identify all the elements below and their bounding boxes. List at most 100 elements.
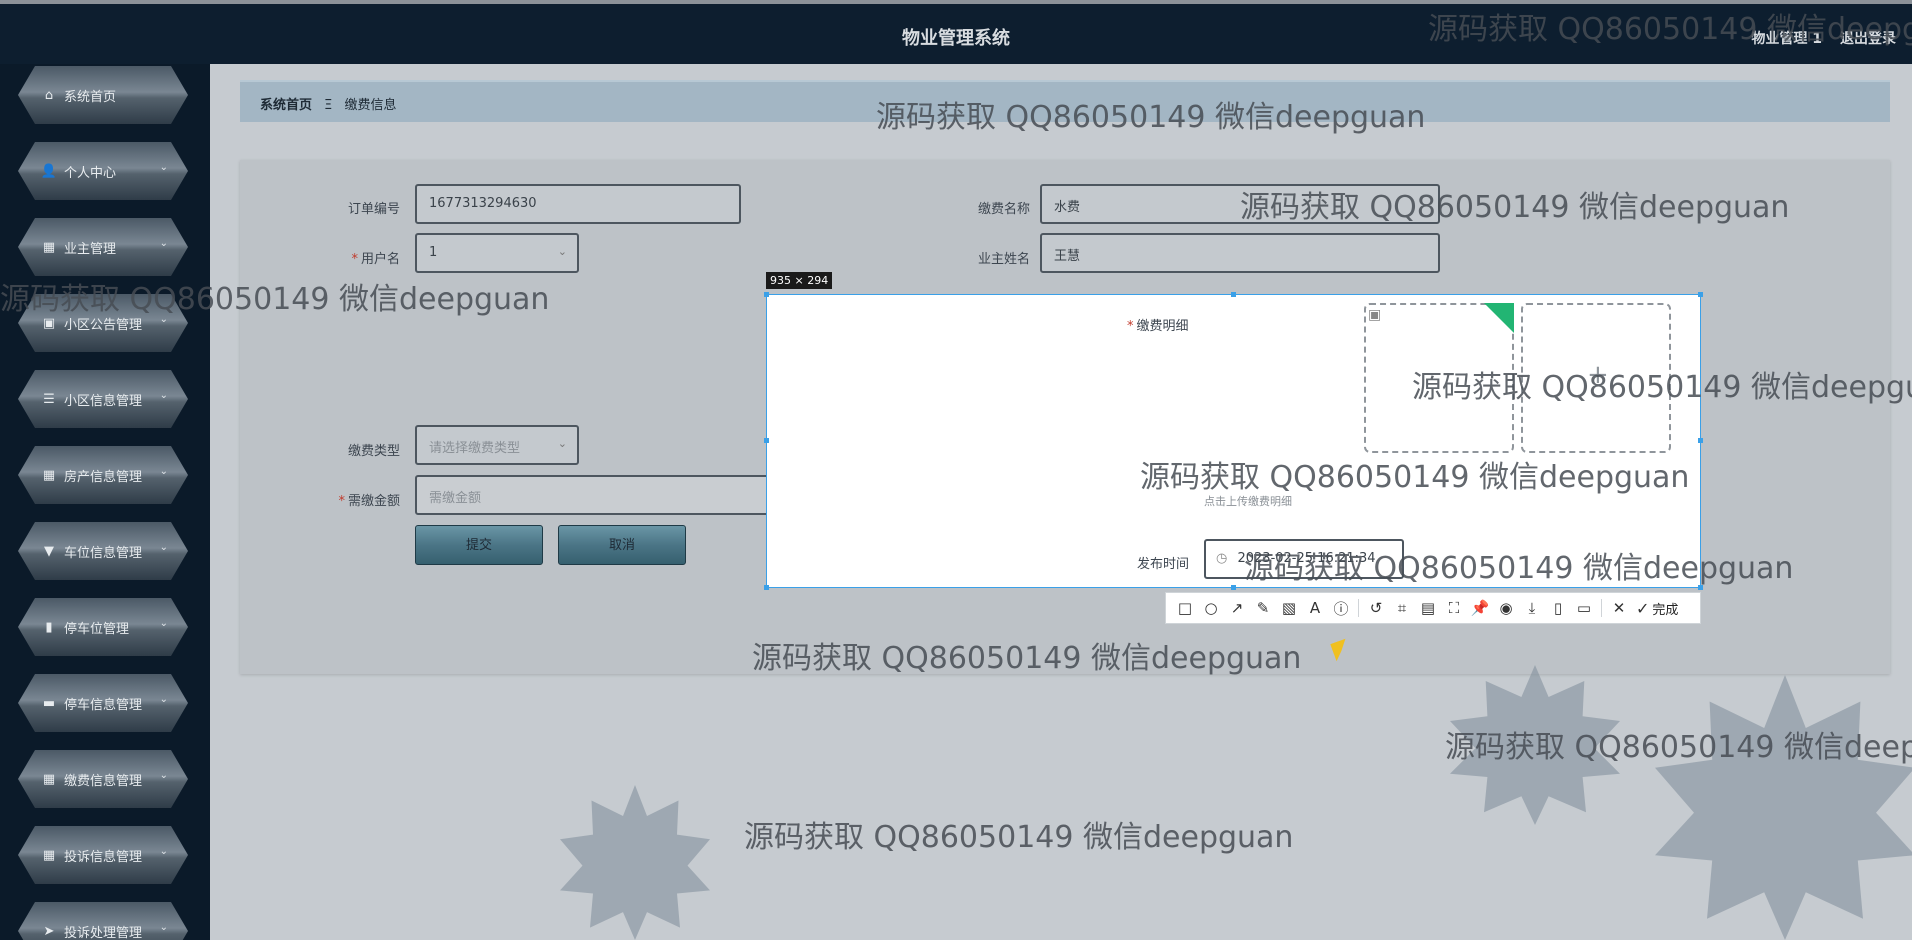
home-icon: ⌂ <box>44 87 54 103</box>
sidebar-item-label: 投诉处理管理 <box>64 925 143 940</box>
clock-icon: ◷ <box>1216 551 1228 566</box>
fee-name-field[interactable]: 水费 <box>1040 184 1440 224</box>
arrow-icon[interactable]: ↗ <box>1224 595 1250 621</box>
rectangle-icon[interactable]: □ <box>1172 595 1198 621</box>
chevron-down-icon: ⌄ <box>159 466 168 477</box>
fee-type-label: 缴费类型 <box>347 444 400 459</box>
amount-label: * 需缴金额 <box>338 494 400 509</box>
sidebar-item[interactable]: ▦ 缴费信息管理 ⌄ <box>18 750 188 808</box>
send-icon: ➤ <box>43 923 55 939</box>
fee-type-placeholder: 请选择缴费类型 <box>429 441 521 456</box>
app-title: 物业管理系统 <box>902 28 1010 49</box>
resize-handle[interactable] <box>1698 585 1703 590</box>
sidebar-item-label: 停车位管理 <box>64 621 130 637</box>
publish-time-label: 发布时间 <box>1137 557 1190 572</box>
resize-handle[interactable] <box>764 585 769 590</box>
sidebar-item[interactable]: ▦ 投诉信息管理 ⌄ <box>18 826 188 884</box>
pin-icon[interactable]: 📌 <box>1467 595 1493 621</box>
sidebar-item[interactable]: ➤ 投诉处理管理 ⌄ <box>18 902 188 940</box>
submit-button[interactable]: 提交 <box>415 525 543 565</box>
sidebar-item-label: 投诉信息管理 <box>64 849 143 865</box>
ellipse-icon[interactable]: ○ <box>1198 595 1224 621</box>
scan-icon[interactable]: ⛶ <box>1441 595 1467 621</box>
fee-detail-label: * 缴费明细 <box>1127 319 1189 334</box>
publish-time-field[interactable]: ◷ 2023-02-25 16:21:34 <box>1204 539 1404 579</box>
record-icon[interactable]: ◉ <box>1493 595 1519 621</box>
resize-handle[interactable] <box>1698 292 1703 297</box>
chevron-down-icon: ⌄ <box>159 542 168 553</box>
sidebar-item[interactable]: ▼ 车位信息管理 ⌄ <box>18 522 188 580</box>
breadcrumb: 系统首页 Ξ 缴费信息 <box>240 80 1890 122</box>
sidebar-item[interactable]: 👤 个人中心 ⌄ <box>18 142 188 200</box>
uploaded-image-slot[interactable]: ▣ <box>1364 303 1514 453</box>
sidebar-item[interactable]: ▦ 房产信息管理 ⌄ <box>18 446 188 504</box>
sidebar-item[interactable]: ▣ 小区公告管理 ⌄ <box>18 294 188 352</box>
fee-type-select[interactable]: 请选择缴费类型 ⌄ <box>415 425 579 465</box>
order-no-field[interactable]: 1677313294630 <box>415 184 741 224</box>
resize-handle[interactable] <box>1231 585 1236 590</box>
bookmark-icon[interactable]: ▭ <box>1571 595 1597 621</box>
close-icon[interactable]: ✕ <box>1606 595 1632 621</box>
chevron-down-icon: ⌄ <box>557 245 567 258</box>
top-bar: 物业管理系统 物业管理 1 退出登录 <box>0 0 1912 64</box>
resize-handle[interactable] <box>1231 292 1236 297</box>
sidebar-item-label: 小区公告管理 <box>64 317 143 333</box>
current-user: 物业管理 1 <box>1751 31 1822 47</box>
toolbar-divider <box>1601 599 1602 617</box>
breadcrumb-home[interactable]: 系统首页 <box>260 98 312 113</box>
sidebar-item[interactable]: ▬ 停车信息管理 ⌄ <box>18 674 188 732</box>
sidebar-item-label: 小区信息管理 <box>64 393 143 409</box>
resize-handle[interactable] <box>764 292 769 297</box>
amount-input[interactable]: 需缴金额 <box>415 475 815 515</box>
sidebar-item-label: 系统首页 <box>64 89 117 105</box>
username-select[interactable]: 1 ⌄ <box>415 233 579 273</box>
breadcrumb-separator-icon: Ξ <box>324 98 333 113</box>
sidebar-item-label: 车位信息管理 <box>64 545 143 561</box>
username-label: * 用户名 <box>351 252 400 267</box>
upload-trigger[interactable]: + <box>1521 303 1671 453</box>
user-icon: 👤 <box>40 163 58 179</box>
mosaic-icon[interactable]: ▧ <box>1276 595 1302 621</box>
undo-icon[interactable]: ↺ <box>1363 595 1389 621</box>
chevron-down-icon: ⌄ <box>159 770 168 781</box>
list-icon: ☰ <box>43 391 55 407</box>
translate-icon[interactable]: ▤ <box>1415 595 1441 621</box>
done-button[interactable]: ✓ 完成 <box>1636 599 1678 618</box>
toolbar-divider <box>1358 599 1359 617</box>
resize-handle[interactable] <box>764 438 769 443</box>
sidebar-item-label: 房产信息管理 <box>64 469 143 485</box>
chevron-down-icon: ⌄ <box>159 694 168 705</box>
grid-icon: ▦ <box>42 467 56 483</box>
sidebar-item[interactable]: ⌂ 系统首页 <box>18 66 188 124</box>
capture-toolbar: □ ○ ↗ ✎ ▧ Aⓘ ↺ ⌗ ▤ ⛶ 📌 ◉ ⤓ ▯ ▭ ✕ ✓ 完成 <box>1165 592 1701 624</box>
order-no-label: 订单编号 <box>347 202 400 217</box>
download-icon[interactable]: ⤓ <box>1519 595 1545 621</box>
cancel-button[interactable]: 取消 <box>558 525 686 565</box>
ticket-icon: ▬ <box>42 695 56 711</box>
ocr-icon[interactable]: ⌗ <box>1389 595 1415 621</box>
resize-handle[interactable] <box>1698 438 1703 443</box>
sidebar: ⌂ 系统首页 👤 个人中心 ⌄ ▦ 业主管理 ⌄ ▣ 小区公告管理 ⌄ ☰ 小区信息管理 ⌄ ▦ 房产信息管理… <box>0 64 210 940</box>
sidebar-item[interactable]: ▦ 业主管理 ⌄ <box>18 218 188 276</box>
sidebar-item-label: 停车信息管理 <box>64 697 143 713</box>
number-icon[interactable]: ⓘ <box>1328 595 1354 621</box>
done-label: 完成 <box>1652 602 1679 618</box>
chevron-down-icon: ⌄ <box>159 162 168 173</box>
sidebar-item[interactable]: ▮ 停车位管理 ⌄ <box>18 598 188 656</box>
capture-selection[interactable]: * 缴费明细 ▣ + 点击上传缴费明细 发布时间 ◷ 2023-02-25 16:… <box>766 294 1701 588</box>
owner-name-field[interactable]: 王慧 <box>1040 233 1440 273</box>
chevron-down-icon: ⌄ <box>159 922 168 933</box>
text-icon[interactable]: A <box>1302 595 1328 621</box>
upload-success-badge <box>1484 303 1514 333</box>
breadcrumb-current: 缴费信息 <box>344 98 397 113</box>
chevron-down-icon: ⌄ <box>159 846 168 857</box>
save-icon[interactable]: ▯ <box>1545 595 1571 621</box>
parking-icon: ▼ <box>44 543 54 559</box>
pen-icon[interactable]: ✎ <box>1250 595 1276 621</box>
bar-chart-icon: ▮ <box>45 619 53 635</box>
grid-icon: ▦ <box>42 847 56 863</box>
check-icon: ✓ <box>1636 598 1650 618</box>
fee-name-label: 缴费名称 <box>977 202 1030 217</box>
sidebar-item[interactable]: ☰ 小区信息管理 ⌄ <box>18 370 188 428</box>
logout-link[interactable]: 退出登录 <box>1840 28 1896 48</box>
